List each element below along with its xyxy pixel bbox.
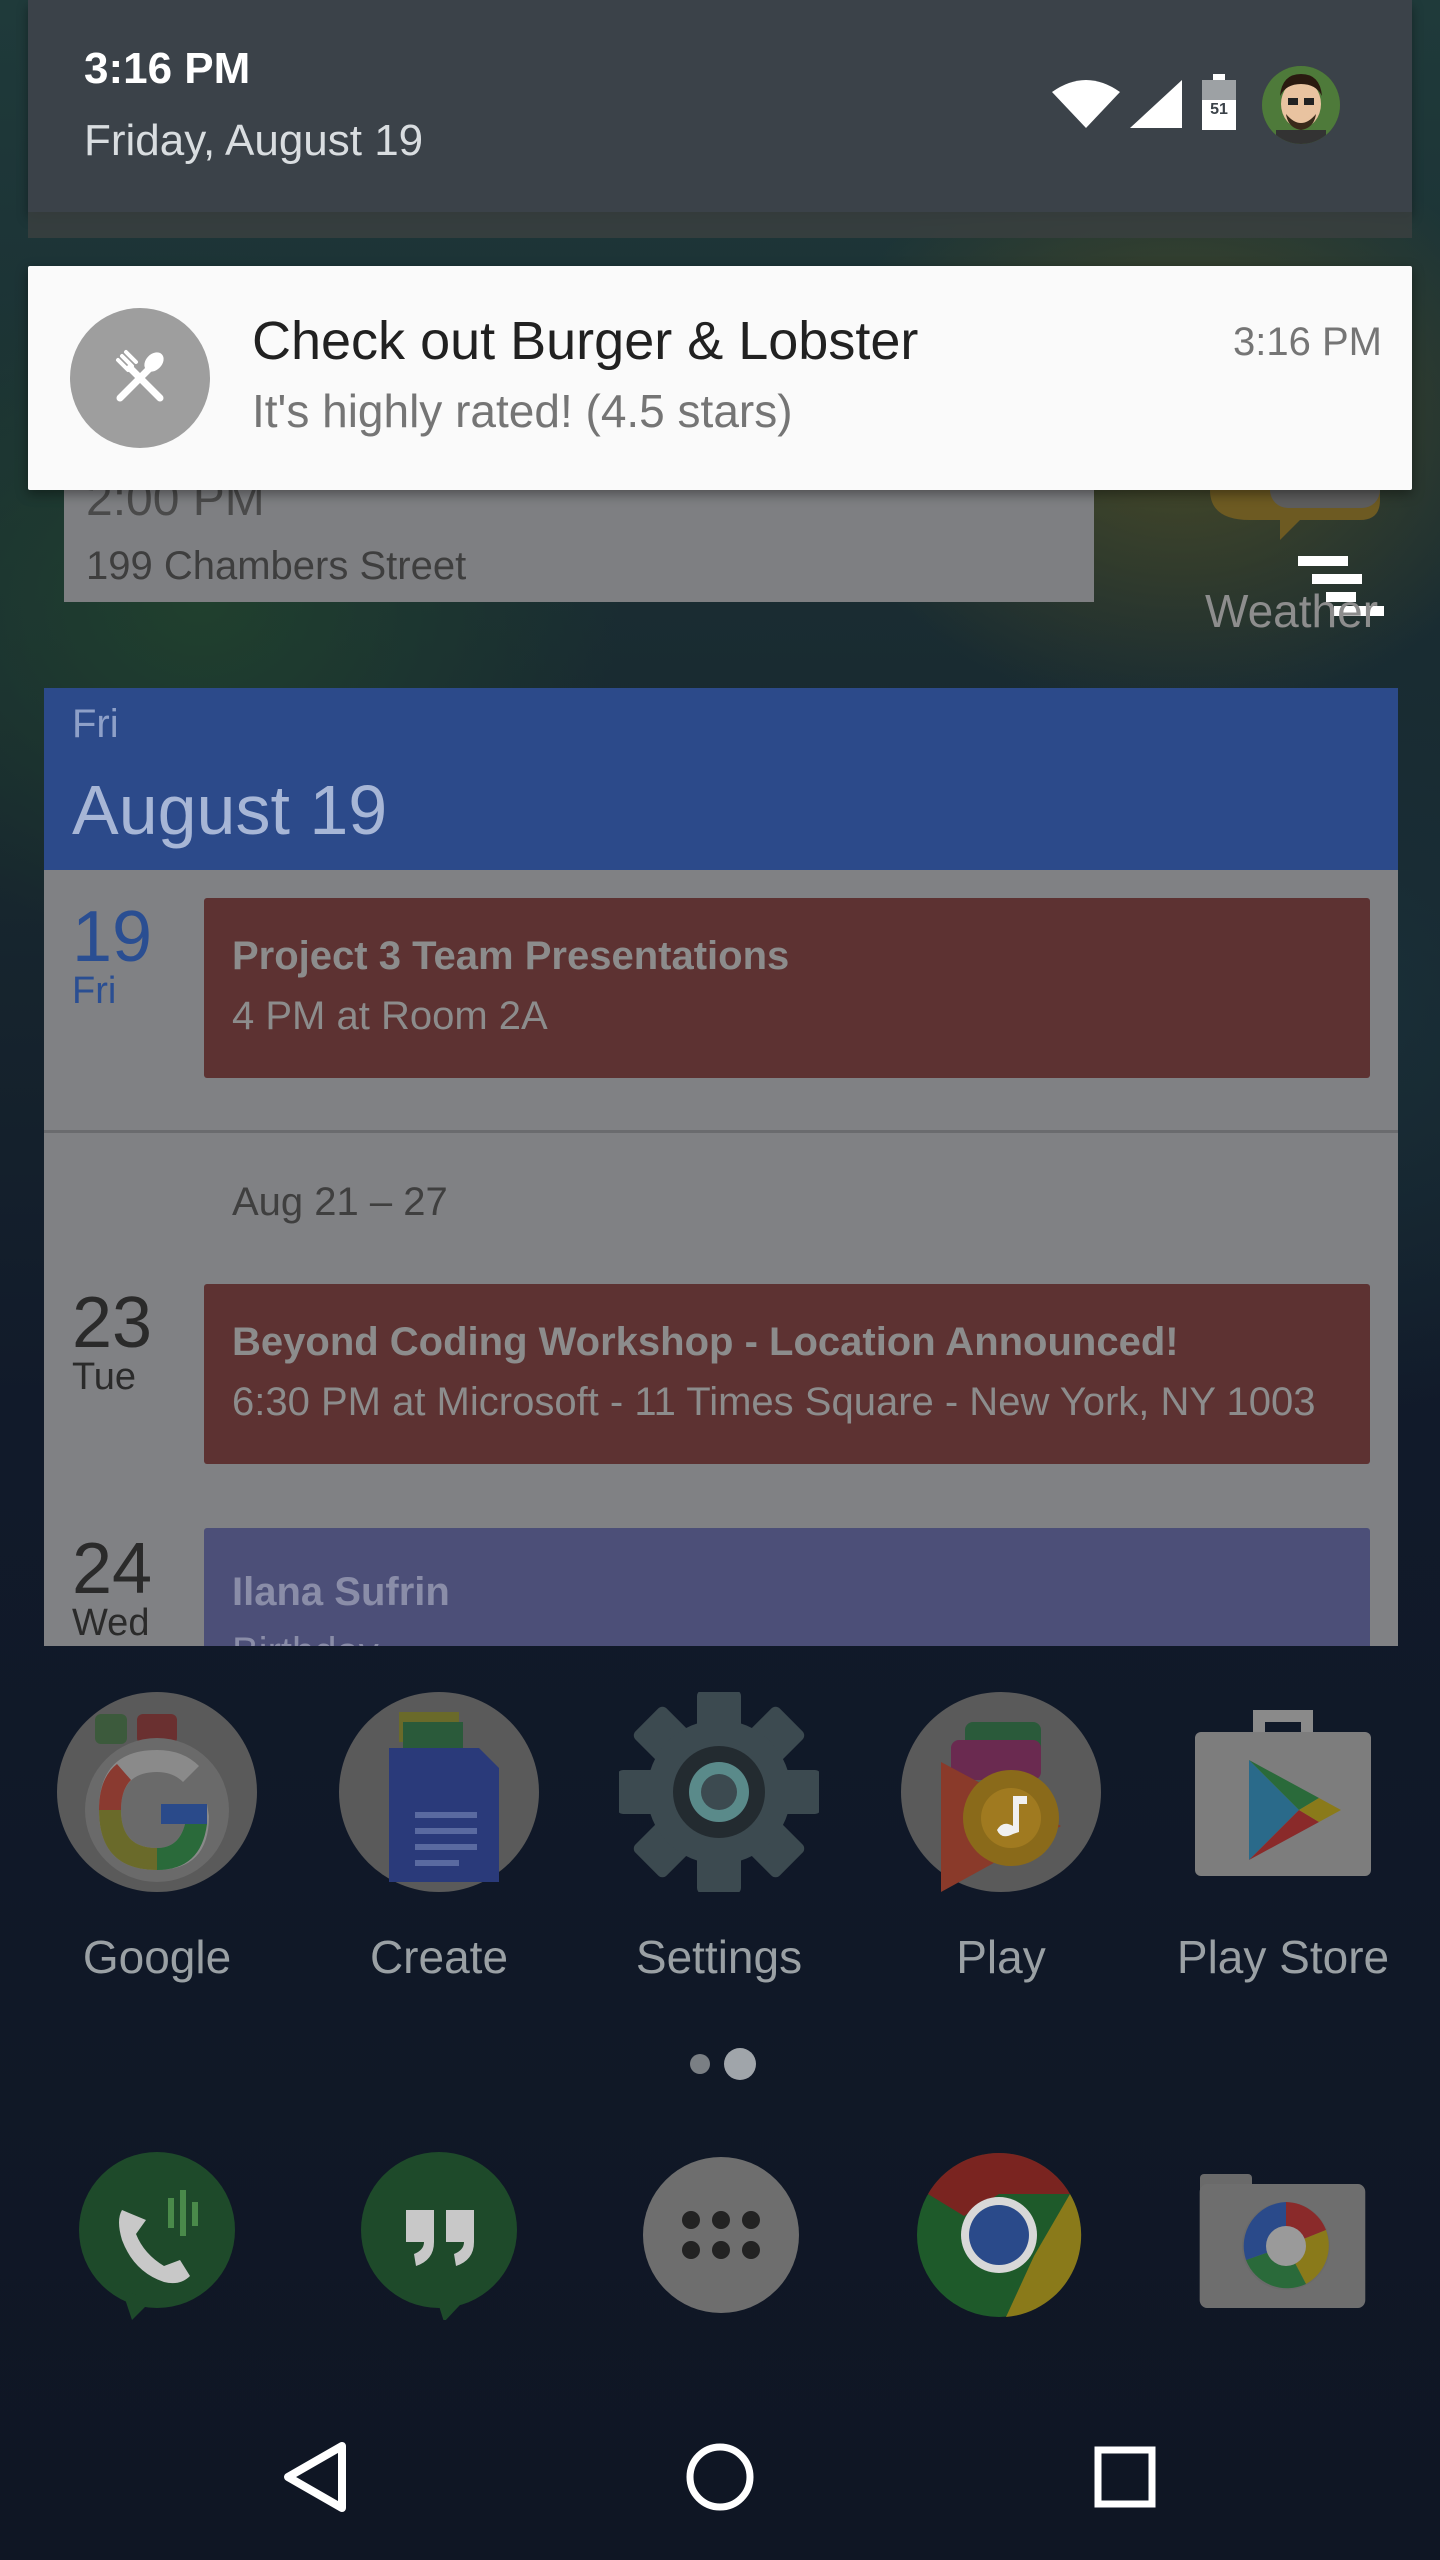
calendar-event[interactable]: Beyond Coding Workshop - Location Announ…	[204, 1284, 1370, 1464]
heads-up-notification[interactable]: Check out Burger & Lobster It's highly r…	[28, 266, 1412, 490]
cell-signal-icon	[1130, 80, 1182, 128]
app-label: Play	[956, 1931, 1046, 1983]
date-weekday: Fri	[72, 970, 117, 1012]
recents-icon[interactable]	[1080, 2432, 1170, 2522]
event-detail: Birthday	[232, 1630, 1350, 1646]
calendar-widget[interactable]: Fri August 19 19 Fri Project 3 Team Pres…	[44, 688, 1398, 1646]
status-date: Friday, August 19	[84, 116, 424, 165]
fork-knife-icon	[116, 350, 164, 402]
event-title: Project 3 Team Presentations	[232, 934, 790, 978]
shade-handle	[28, 212, 1412, 238]
home-icon[interactable]	[675, 2432, 765, 2522]
phone-icon[interactable]	[72, 2150, 242, 2320]
app-label: Play Store	[1176, 1931, 1390, 1983]
event-detail: 4 PM at Room 2A	[232, 994, 548, 1038]
notification-time: 3:16 PM	[1233, 320, 1382, 364]
hangouts-icon[interactable]	[354, 2150, 524, 2320]
notification-shade-header[interactable]: 3:16 PM Friday, August 19 51	[28, 0, 1412, 238]
calendar-event[interactable]: Ilana Sufrin Birthday	[204, 1528, 1370, 1646]
status-time: 3:16 PM	[84, 44, 251, 93]
status-icons: 51	[1052, 66, 1352, 146]
event-title: Beyond Coding Workshop - Location Announ…	[232, 1320, 1179, 1364]
wifi-icon	[1052, 80, 1120, 128]
notification-title: Check out Burger & Lobster	[252, 311, 919, 371]
app-label: Google	[82, 1931, 232, 1983]
notification-icon	[70, 308, 210, 448]
calendar-header-day: Fri	[72, 702, 119, 746]
play-store-icon	[1195, 1710, 1371, 1876]
settings-icon	[619, 1692, 819, 1892]
camera-icon[interactable]	[1196, 2150, 1366, 2320]
chrome-icon[interactable]	[914, 2150, 1084, 2320]
calendar-header[interactable]: Fri August 19	[44, 688, 1398, 870]
event-detail: 6:30 PM at Microsoft - 11 Times Square -…	[232, 1380, 1316, 1424]
app-drawer-icon[interactable]	[636, 2150, 806, 2320]
app-label: Create	[369, 1931, 509, 1983]
app-label: Settings	[635, 1931, 803, 1983]
create-folder-icon	[339, 1692, 539, 1892]
event-card-partial[interactable]: 2:00 PM 199 Chambers Street	[64, 473, 1094, 602]
play-folder-icon	[901, 1692, 1101, 1892]
app-create[interactable]: Create	[324, 1692, 554, 1992]
page-indicator[interactable]	[684, 2046, 774, 2082]
event-title: Ilana Sufrin	[232, 1570, 450, 1614]
week-range: Aug 21 – 27	[232, 1180, 448, 1224]
date-number: 19	[72, 897, 153, 977]
date-number: 23	[72, 1283, 153, 1363]
date-weekday: Tue	[72, 1356, 137, 1398]
battery-level: 51	[1210, 101, 1228, 118]
back-icon[interactable]	[270, 2432, 360, 2522]
calendar-header-date: August 19	[72, 771, 388, 849]
date-number: 24	[72, 1529, 153, 1609]
google-folder-icon	[57, 1692, 257, 1892]
divider	[44, 1130, 1398, 1133]
avatar[interactable]	[1262, 66, 1340, 144]
notification-text: It's highly rated! (4.5 stars)	[252, 385, 793, 437]
app-play-store[interactable]: Play Store	[1168, 1692, 1398, 1992]
app-google[interactable]: Google	[42, 1692, 272, 1992]
calendar-event[interactable]: Project 3 Team Presentations 4 PM at Roo…	[204, 898, 1370, 1078]
app-settings[interactable]: Settings	[604, 1692, 834, 1992]
navigation-bar	[0, 2392, 1440, 2560]
app-play[interactable]: Play	[886, 1692, 1116, 1992]
weather-label[interactable]: Weather	[1205, 584, 1378, 638]
battery-icon: 51	[1202, 74, 1236, 130]
event-address: 199 Chambers Street	[86, 544, 467, 588]
date-weekday: Wed	[72, 1602, 150, 1644]
